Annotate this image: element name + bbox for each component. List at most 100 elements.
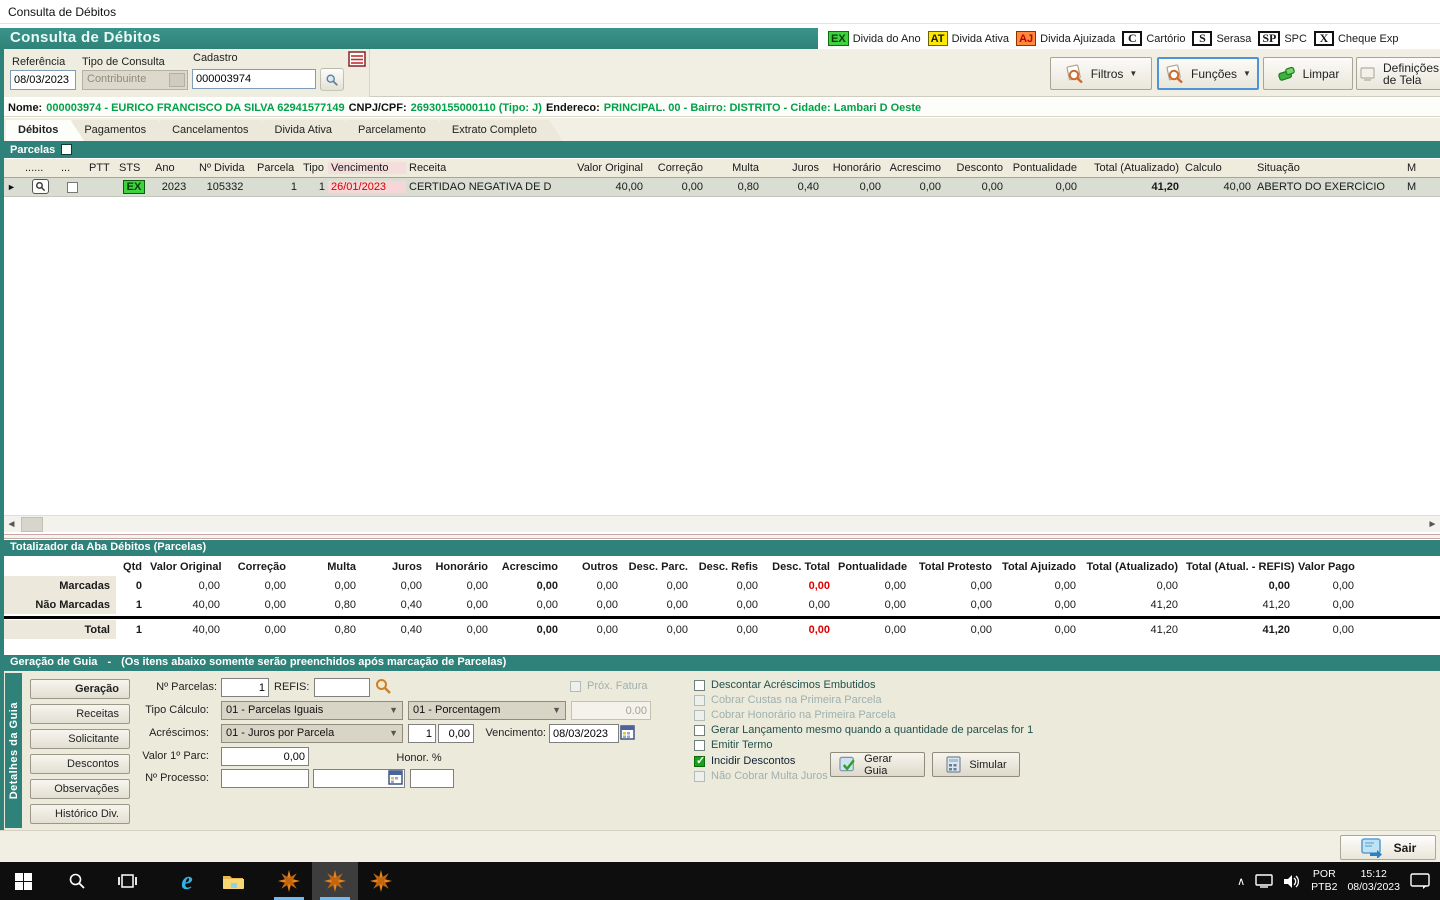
tot-cell: 0,00 [264,623,286,636]
taskbar-ie-button[interactable]: e [164,862,210,900]
row-detail-button[interactable] [31,179,49,194]
guia-nav-historico[interactable]: Histórico Div. [30,804,130,824]
list-options-icon[interactable] [348,51,366,67]
refis-input[interactable] [314,678,370,697]
tipo-calculo-select[interactable]: 01 - Parcelas Iguais ▼ [221,701,403,720]
tot-cell: 0,80 [334,623,356,636]
vencimento-input[interactable] [549,724,619,743]
refis-search-button[interactable] [374,677,392,698]
limpar-button[interactable]: Limpar [1263,57,1353,90]
tot-col-honorario: Honorário [435,560,488,573]
tab-divida-ativa[interactable]: Divida Ativa [263,120,358,141]
vencimento-calendar-icon[interactable] [620,725,636,742]
checkbox[interactable] [694,679,705,691]
cell-pontualidade: 0,00 [1055,181,1077,193]
tot-cell: 1 [135,623,142,636]
filtros-button[interactable]: Filtros ▼ [1050,57,1152,90]
checkbox[interactable] [694,709,705,721]
tot-cell: 0,00 [970,623,992,636]
guia-nav-observacoes[interactable]: Observações [30,779,130,799]
col-sts: STS [119,162,141,174]
checkbox-label: Não Cobrar Multa Juros [711,770,828,782]
horizontal-scrollbar[interactable]: ◄ ► [4,515,1440,532]
scroll-right-arrow[interactable]: ► [1425,517,1440,532]
clock[interactable]: 15:12 08/03/2023 [1347,868,1400,894]
checkbox-checked[interactable] [694,754,705,767]
acrescimos-valor-input[interactable] [438,724,474,743]
chk-incidir-descontos[interactable]: Incidir Descontos [694,754,795,767]
chk-cobrar-custas[interactable]: Cobrar Custas na Primeira Parcela [694,694,882,706]
processo-calendar-icon[interactable] [388,770,404,787]
valor-1parc-label: Valor 1º Parc: [142,750,209,762]
chk-gerar-lancamento[interactable]: Gerar Lançamento mesmo quando a quantida… [694,724,1033,736]
cell-total-atualizado: 41,20 [1151,181,1179,193]
chk-emitir-termo[interactable]: Emitir Termo [694,739,773,751]
prox-fatura-checkbox-row[interactable]: Próx. Fatura [570,680,648,692]
language-bottom: PTB2 [1311,881,1338,893]
chk-cobrar-honorario[interactable]: Cobrar Honorário na Primeira Parcela [694,709,896,721]
acrescimos-n-input[interactable] [408,724,436,743]
cadastro-search-button[interactable] [320,68,344,91]
panel-splitter[interactable] [4,534,1440,539]
limpar-label: Limpar [1302,66,1340,81]
tab-parcelamento[interactable]: Parcelamento [346,120,452,141]
parcelas-checkbox[interactable] [61,144,73,155]
hidden-icons-chevron[interactable]: ∧ [1237,875,1245,888]
chk-descontar-acrescimos[interactable]: Descontar Acréscimos Embutidos [694,679,875,691]
valor-1parc-input[interactable] [221,747,309,766]
scroll-left-arrow[interactable]: ◄ [4,517,19,532]
notifications-icon[interactable] [1410,872,1430,890]
tab-pagamentos[interactable]: Pagamentos [72,120,172,141]
network-icon[interactable] [1255,874,1273,888]
tot-cell: 0,00 [1268,579,1290,592]
sair-button[interactable]: Sair [1340,835,1436,860]
checkbox[interactable] [694,770,705,782]
guia-nav-receitas[interactable]: Receitas [30,704,130,724]
calculator-icon [946,755,961,773]
row-checkbox[interactable] [66,181,78,193]
tipo-consulta-select[interactable]: Contribuinte [82,70,188,90]
taskbar-explorer-button[interactable] [210,862,256,900]
checkbox-label: Cobrar Honorário na Primeira Parcela [711,709,896,721]
funcoes-button[interactable]: Funções ▼ [1157,57,1259,90]
honor-input[interactable] [410,769,454,788]
tot-cell: 0,00 [1332,579,1354,592]
cadastro-input[interactable] [192,69,316,89]
volume-icon[interactable] [1283,874,1301,889]
checkbox-label: Emitir Termo [711,739,773,751]
tot-cell: 0,00 [400,579,422,592]
scroll-thumb[interactable] [21,517,43,532]
nome-label: Nome: [8,101,43,114]
nome-value: 000003974 - EURICO FRANCISCO DA SILVA 62… [46,101,345,114]
prox-fatura-checkbox[interactable] [570,680,581,692]
taskbar-search-button[interactable] [54,862,100,900]
taskbar-app2-button[interactable] [312,862,358,900]
language-indicator[interactable]: POR PTB2 [1311,868,1337,894]
definicoes-tela-button[interactable]: Definições de Tela [1356,57,1440,90]
porcentagem-select[interactable]: 01 - Porcentagem ▼ [408,701,566,720]
taskbar-app1-button[interactable] [266,862,312,900]
task-view-button[interactable] [104,862,150,900]
badge-at: AT [927,31,948,46]
n-parcelas-input[interactable] [221,678,269,697]
start-button[interactable] [0,862,46,900]
gerar-guia-button[interactable]: Gerar Guia [830,752,925,777]
detalhes-guia-side-tab[interactable]: Detalhes da Guia [5,673,22,828]
checkbox[interactable] [694,739,705,751]
checkbox[interactable] [694,694,705,706]
guia-nav-descontos[interactable]: Descontos [30,754,130,774]
table-row[interactable]: ► EX 2023 105332 1 1 26/01/2023 CERTIDAO… [4,178,1440,197]
referencia-input[interactable] [10,70,76,90]
tab-cancelamentos[interactable]: Cancelamentos [160,120,274,141]
tab-extrato-completo[interactable]: Extrato Completo [440,120,563,141]
n-processo-input[interactable] [221,769,309,788]
acrescimos-select[interactable]: 01 - Juros por Parcela ▼ [221,724,403,743]
simular-button[interactable]: Simular [932,752,1020,777]
guia-nav-solicitante[interactable]: Solicitante [30,729,130,749]
tot-col-total-ajuizado: Total Ajuizado [1002,560,1076,573]
screen-settings-icon [1360,66,1375,81]
chk-nao-cobrar-multa[interactable]: Não Cobrar Multa Juros [694,770,828,782]
taskbar-app3-button[interactable] [358,862,404,900]
guia-nav-geracao[interactable]: Geração [30,679,130,699]
checkbox[interactable] [694,724,705,736]
